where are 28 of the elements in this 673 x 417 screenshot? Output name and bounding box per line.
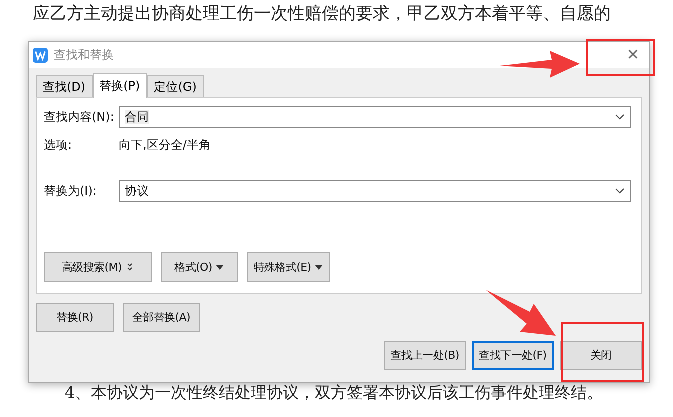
field-label: 替换为(I): [44, 182, 98, 200]
tab[interactable]: 定位(G) [147, 75, 204, 97]
caret-icon [216, 264, 224, 270]
tab[interactable]: 替换(P) [92, 73, 148, 98]
chevron-down-icon[interactable] [615, 188, 625, 194]
double-chevron-icon [126, 262, 134, 272]
options-value: 向下,区分全/半角 [119, 137, 211, 154]
dialog-button[interactable]: 查找上一处(B) [384, 341, 466, 370]
replace-field[interactable]: 协议 [119, 180, 631, 202]
document-text: 4、本协议为一次性终结处理协议，双方签署本协议后该工伤事件处理终结。 [65, 383, 604, 404]
field-label: 查找内容(N): [44, 108, 116, 126]
replace-button[interactable]: 替换(R) [36, 303, 114, 332]
options-label: 选项: [44, 137, 74, 154]
app-logo-icon [33, 48, 48, 62]
caret-icon [315, 264, 324, 270]
format-button[interactable]: 格式(O) [161, 252, 238, 282]
find-field[interactable]: 合同 [119, 106, 631, 128]
highlight-box [586, 39, 655, 76]
close-button[interactable]: × [627, 45, 639, 65]
chevron-down-icon[interactable] [615, 114, 625, 120]
document-text: 应乙方主动提出协商处理工伤一次性赔偿的要求，甲乙双方本着平等、自愿的 [33, 3, 611, 25]
dialog-button[interactable]: 关闭 [560, 341, 642, 370]
window-title: 查找和替换 [54, 46, 114, 64]
dialog-button[interactable]: 查找下一处(F) [472, 341, 554, 370]
special-format-button[interactable]: 特殊格式(E) [247, 252, 330, 282]
advanced-search-button[interactable]: 高级搜索(M) [44, 252, 152, 282]
tab[interactable]: 查找(D) [36, 75, 93, 97]
replace-all-button[interactable]: 全部替换(A) [123, 303, 200, 332]
